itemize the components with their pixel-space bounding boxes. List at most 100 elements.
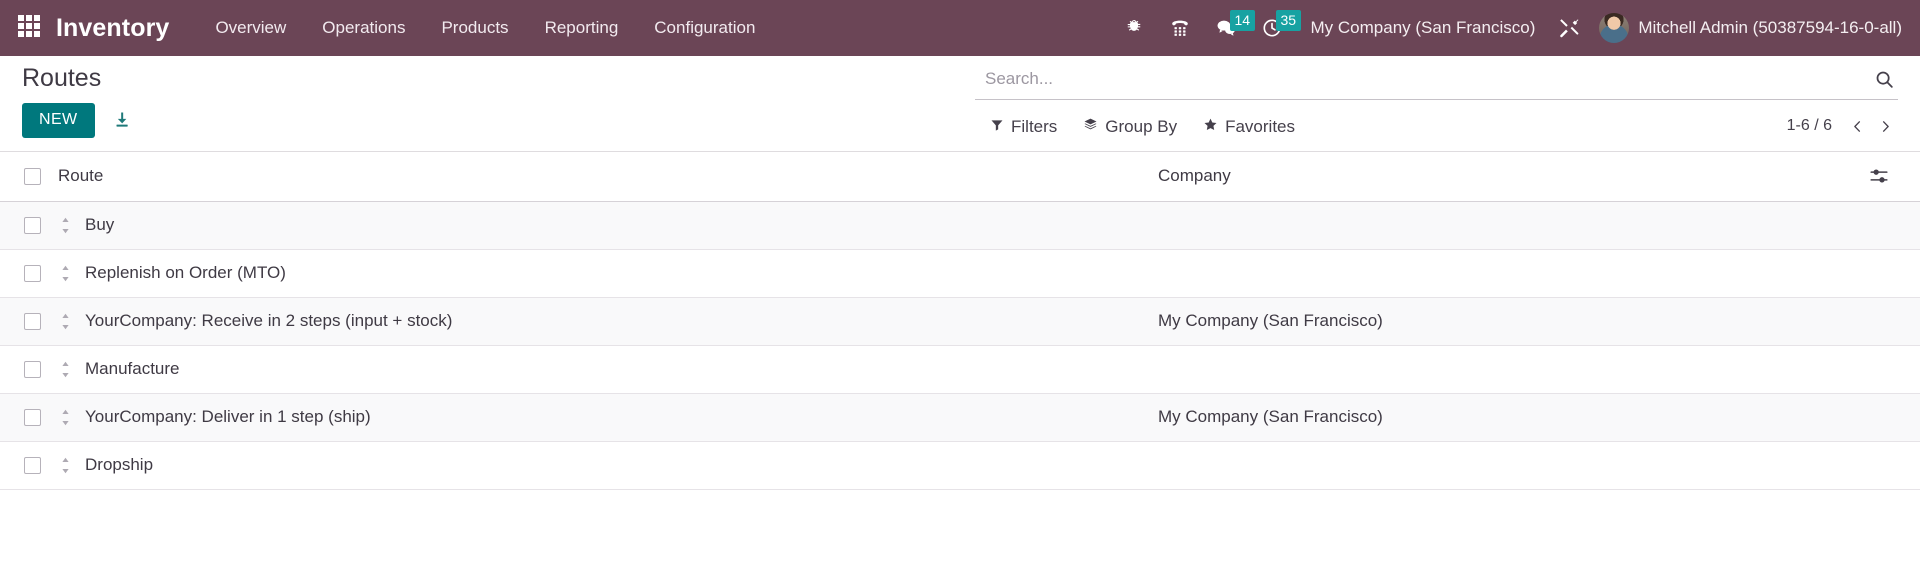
optional-columns-cell [1864, 152, 1920, 202]
layers-icon [1083, 117, 1098, 137]
filters-label: Filters [1011, 117, 1058, 136]
row-route-cell: Manufacture [58, 345, 1158, 394]
drag-handle-icon[interactable] [58, 456, 72, 474]
table-row[interactable]: Dropship [0, 441, 1920, 490]
top-navbar: Inventory Overview Operations Products R… [0, 0, 1920, 56]
drag-handle-icon[interactable] [58, 360, 72, 378]
table-body: Buy Replenish on Order (MTO) YourCompany… [0, 201, 1920, 490]
table-row[interactable]: YourCompany: Receive in 2 steps (input +… [0, 297, 1920, 346]
route-name: YourCompany: Receive in 2 steps (input +… [85, 311, 453, 330]
select-all-cell [0, 152, 58, 202]
column-header-route[interactable]: Route [58, 152, 1158, 202]
app-brand-inventory[interactable]: Inventory [56, 14, 169, 43]
route-name: YourCompany: Deliver in 1 step (ship) [85, 407, 371, 426]
route-name: Replenish on Order (MTO) [85, 263, 286, 282]
row-company-cell [1158, 441, 1864, 490]
row-spacer-cell [1864, 249, 1920, 298]
table-row[interactable]: Buy [0, 201, 1920, 250]
table-row[interactable]: Replenish on Order (MTO) [0, 249, 1920, 298]
row-checkbox[interactable] [24, 264, 41, 282]
control-panel-right: Filters Group By [975, 66, 1898, 140]
filters-button[interactable]: Filters [990, 117, 1057, 137]
row-company-cell: My Company (San Francisco) [1158, 393, 1864, 442]
search-option-buttons: Filters Group By Favorites [990, 117, 1295, 137]
favorites-button[interactable]: Favorites [1203, 117, 1295, 137]
page-title: Routes [22, 64, 102, 92]
chevron-left-icon[interactable] [1844, 114, 1870, 138]
routes-list: Route Company Buy Replenish on Order (MT… [0, 152, 1920, 490]
column-header-company[interactable]: Company [1158, 152, 1864, 202]
group-by-label: Group By [1105, 117, 1178, 136]
table-head: Route Company [0, 152, 1920, 202]
company-name: My Company (San Francisco) [1158, 407, 1383, 426]
control-panel: Routes NEW Search... Filters Group By Fa… [0, 56, 1920, 152]
row-route-cell: Buy [58, 201, 1158, 250]
search-bar [975, 66, 1898, 100]
row-spacer-cell [1864, 345, 1920, 394]
pager-count: 1-6 / 6 [1786, 117, 1832, 134]
row-company-cell [1158, 249, 1864, 298]
drag-handle-icon[interactable] [58, 408, 72, 426]
favorites-label: Favorites [1225, 117, 1296, 136]
group-by-button[interactable]: Group By [1083, 117, 1177, 137]
row-select-cell [0, 249, 58, 298]
table-row[interactable]: Manufacture [0, 345, 1920, 394]
row-checkbox[interactable] [24, 312, 41, 330]
row-route-cell: Replenish on Order (MTO) [58, 249, 1158, 298]
menu-item-operations[interactable]: Operations [304, 10, 423, 46]
chevron-right-icon[interactable] [1872, 114, 1898, 138]
row-checkbox[interactable] [24, 456, 41, 474]
row-spacer-cell [1864, 297, 1920, 346]
row-checkbox[interactable] [24, 360, 41, 378]
download-icon[interactable] [109, 107, 135, 133]
user-menu[interactable]: Mitchell Admin (50387594-16-0-all) [1599, 13, 1906, 43]
drag-handle-icon[interactable] [58, 264, 72, 282]
row-select-cell [0, 393, 58, 442]
menu-item-configuration[interactable]: Configuration [636, 10, 773, 46]
sliders-icon[interactable] [1864, 166, 1894, 186]
drag-handle-icon[interactable] [58, 216, 72, 234]
row-checkbox[interactable] [24, 408, 41, 426]
avatar [1599, 13, 1630, 43]
route-name: Dropship [85, 455, 154, 474]
row-checkbox[interactable] [24, 216, 41, 234]
user-name: Mitchell Admin (50387594-16-0-all) [1638, 18, 1902, 37]
table-header-row: Route Company [0, 152, 1920, 202]
row-select-cell [0, 345, 58, 394]
main-menu: Overview Operations Products Reporting C… [197, 10, 773, 46]
table-row[interactable]: YourCompany: Deliver in 1 step (ship) My… [0, 393, 1920, 442]
new-button[interactable]: NEW [22, 102, 95, 138]
row-select-cell [0, 441, 58, 490]
row-spacer-cell [1864, 201, 1920, 250]
drag-handle-icon[interactable] [58, 312, 72, 330]
bug-icon[interactable] [1111, 8, 1157, 48]
messages-icon[interactable]: 14 [1203, 8, 1256, 48]
search-input[interactable] [975, 67, 1870, 91]
row-select-cell [0, 297, 58, 346]
phone-dialpad-icon[interactable] [1157, 8, 1203, 48]
funnel-icon [990, 117, 1004, 137]
menu-item-products[interactable]: Products [423, 10, 526, 46]
apps-grid-icon[interactable] [18, 15, 44, 41]
row-route-cell: YourCompany: Deliver in 1 step (ship) [58, 393, 1158, 442]
row-route-cell: Dropship [58, 441, 1158, 490]
current-company[interactable]: My Company (San Francisco) [1295, 18, 1550, 38]
pager: 1-6 / 6 [1787, 114, 1898, 138]
menu-item-overview[interactable]: Overview [197, 10, 304, 46]
row-company-cell [1158, 345, 1864, 394]
search-options-row: Filters Group By Favorites 1-6 / 6 [975, 114, 1898, 140]
company-name: My Company (San Francisco) [1158, 311, 1383, 330]
route-name: Buy [85, 215, 115, 234]
row-company-cell: My Company (San Francisco) [1158, 297, 1864, 346]
select-all-checkbox[interactable] [24, 167, 41, 185]
control-panel-left: Routes NEW [22, 64, 135, 138]
systray: 14 35 [1111, 8, 1302, 48]
menu-item-reporting[interactable]: Reporting [527, 10, 637, 46]
star-icon [1203, 117, 1218, 137]
search-icon[interactable] [1870, 66, 1898, 92]
activities-badge: 35 [1275, 10, 1302, 31]
control-panel-actions: NEW [22, 102, 135, 138]
routes-table: Route Company Buy Replenish on Order (MT… [0, 152, 1920, 490]
activities-clock-icon[interactable]: 35 [1249, 8, 1302, 48]
tools-icon[interactable] [1549, 8, 1589, 48]
